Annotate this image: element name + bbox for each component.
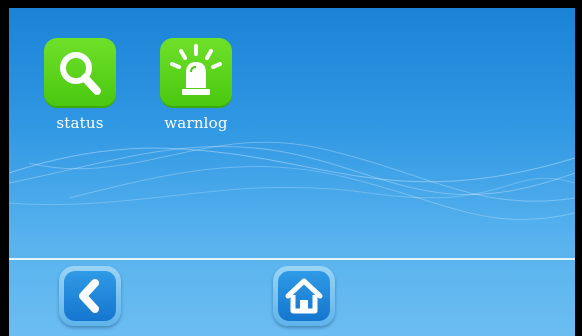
warnlog-app-label: warnlog bbox=[164, 114, 228, 132]
footer-divider bbox=[9, 258, 575, 260]
back-button[interactable] bbox=[59, 266, 121, 326]
status-app-label: status bbox=[56, 114, 104, 132]
magnifier-icon bbox=[60, 52, 101, 95]
home-button[interactable] bbox=[273, 266, 335, 326]
status-app-button[interactable] bbox=[44, 38, 116, 108]
home-icon bbox=[285, 278, 323, 314]
chevron-left-icon bbox=[79, 279, 99, 313]
alarm-beacon-icon bbox=[170, 44, 222, 95]
hmi-screen: status warnlog bbox=[9, 8, 575, 336]
warnlog-app-button[interactable] bbox=[160, 38, 232, 108]
